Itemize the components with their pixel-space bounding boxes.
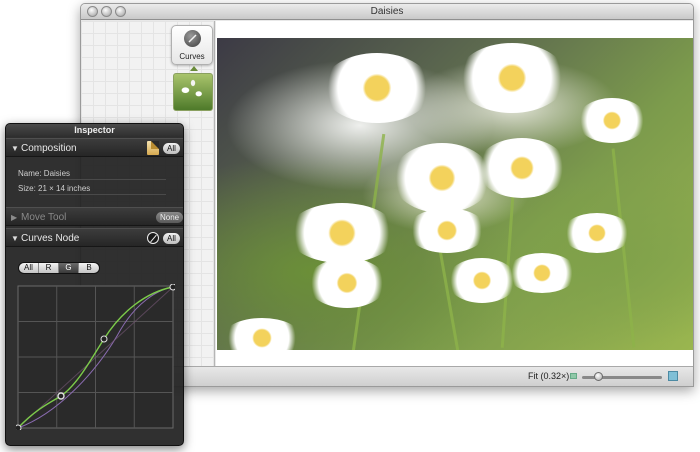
curves-node-label: Curves bbox=[179, 52, 205, 61]
channel-g-button[interactable]: G bbox=[59, 263, 79, 273]
curves-editor[interactable] bbox=[16, 284, 175, 430]
divider bbox=[39, 179, 166, 180]
inspector-panel: Inspector ▼ Composition All Name: Daisie… bbox=[5, 123, 184, 446]
channel-b-button[interactable]: B bbox=[79, 263, 99, 273]
channel-selector[interactable]: All R G B bbox=[18, 262, 100, 274]
channel-r-button[interactable]: R bbox=[39, 263, 59, 273]
window-title: Daisies bbox=[370, 6, 404, 17]
curve-control-point[interactable] bbox=[100, 335, 108, 343]
zoom-in-icon[interactable] bbox=[668, 371, 678, 381]
curves-node-section-header[interactable]: ▼ Curves Node All bbox=[6, 228, 183, 247]
curves-all-badge[interactable]: All bbox=[163, 233, 180, 244]
curves-node-tile[interactable]: Curves bbox=[171, 25, 213, 65]
canvas-area[interactable] bbox=[216, 21, 693, 366]
disclosure-open-icon[interactable]: ▼ bbox=[11, 234, 19, 243]
divider bbox=[39, 194, 166, 195]
channel-all-button[interactable]: All bbox=[19, 263, 39, 273]
composition-all-badge[interactable]: All bbox=[163, 143, 180, 154]
disclosure-open-icon[interactable]: ▼ bbox=[11, 144, 19, 153]
curve-control-point[interactable] bbox=[16, 424, 22, 430]
composition-section-header[interactable]: ▼ Composition All bbox=[6, 138, 183, 157]
curve-control-point[interactable] bbox=[57, 392, 65, 400]
node-target-icon[interactable] bbox=[147, 232, 159, 244]
curves-node-title: Curves Node bbox=[21, 233, 80, 244]
move-tool-section-header[interactable]: ▶ Move Tool None bbox=[6, 207, 183, 226]
move-tool-none-badge[interactable]: None bbox=[156, 212, 183, 223]
curves-node-icon bbox=[184, 30, 201, 47]
curve-control-point[interactable] bbox=[169, 284, 175, 291]
title-bar[interactable]: Daisies bbox=[81, 4, 693, 20]
composition-title: Composition bbox=[21, 143, 77, 154]
node-connector-arrow bbox=[190, 66, 198, 71]
disclosure-closed-icon[interactable]: ▶ bbox=[11, 213, 17, 222]
document-icon bbox=[147, 141, 159, 155]
inspector-title[interactable]: Inspector bbox=[6, 124, 183, 137]
image-node-thumbnail[interactable] bbox=[173, 73, 213, 111]
move-tool-title: Move Tool bbox=[21, 212, 67, 223]
daisies-photo bbox=[217, 38, 693, 350]
zoom-fit-label: Fit (0.32×) bbox=[528, 371, 570, 381]
zoom-slider-knob[interactable] bbox=[594, 372, 603, 381]
composition-name-row: Name: Daisies bbox=[18, 169, 71, 178]
zoom-out-icon[interactable] bbox=[570, 373, 577, 379]
composition-size-row: Size: 21 × 14 inches bbox=[18, 184, 91, 193]
